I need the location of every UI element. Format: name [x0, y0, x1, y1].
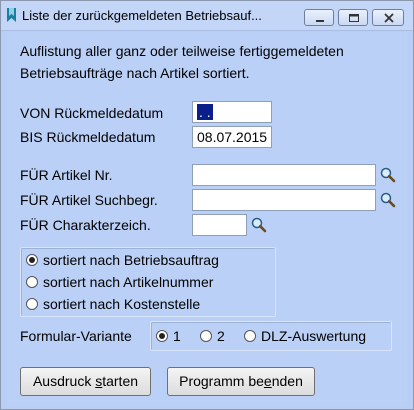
radio-label: sortiert nach Kostenstelle — [43, 296, 201, 312]
radio-button[interactable] — [26, 254, 38, 266]
radio-label: sortiert nach Betriebsauftrag — [43, 252, 219, 268]
description-line-2: Betriebsaufträge nach Artikel sortiert. — [20, 65, 250, 81]
bis-date-field[interactable]: 08.07.2015 — [192, 126, 272, 148]
end-program-button[interactable]: Programm beenden — [167, 367, 315, 396]
print-start-button[interactable]: Ausdruck starten — [20, 367, 151, 396]
radio-label: sortiert nach Artikelnummer — [43, 274, 214, 290]
radio-label: 1 — [173, 328, 181, 344]
charakter-field[interactable] — [192, 214, 247, 236]
radio-button[interactable] — [244, 330, 256, 342]
von-date-label: VON Rückmeldedatum — [20, 105, 164, 121]
dialog-content: Auflistung aller ganz oder teilweise fer… — [7, 32, 407, 406]
maximize-icon — [349, 14, 359, 22]
close-button[interactable] — [372, 9, 404, 26]
magnifier-icon[interactable] — [379, 191, 397, 209]
maximize-button[interactable] — [338, 9, 368, 26]
title-bar[interactable]: Liste der zurückgemeldeten Betriebsauf..… — [1, 1, 413, 31]
window-title: Liste der zurückgemeldeten Betriebsauf..… — [22, 8, 262, 23]
sort-option-group: sortiert nach Betriebsauftrag sortiert n… — [20, 247, 276, 317]
dialog-window: Liste der zurückgemeldeten Betriebsauf..… — [0, 0, 414, 410]
magnifier-icon[interactable] — [379, 166, 397, 184]
radio-button[interactable] — [26, 276, 38, 288]
variant-label: Formular-Variante — [20, 328, 132, 344]
radio-label: DLZ-Auswertung — [261, 328, 367, 344]
artikel-nr-label: FÜR Artikel Nr. — [20, 167, 113, 183]
variant-option-group: 1 2 DLZ-Auswertung — [150, 321, 392, 351]
radio-button[interactable] — [26, 298, 38, 310]
minimize-button[interactable] — [304, 9, 334, 26]
von-date-value: . . — [197, 104, 213, 120]
close-icon — [384, 13, 394, 23]
von-date-field[interactable]: . . — [192, 101, 272, 123]
button-accelerator: e — [263, 373, 272, 389]
suchbegr-field[interactable] — [192, 189, 376, 211]
button-label-part: Ausdruck — [32, 373, 96, 389]
radio-label: 2 — [217, 328, 225, 344]
artikel-nr-field[interactable] — [192, 164, 376, 186]
minimize-icon — [316, 20, 324, 22]
button-label-part: tarten — [102, 373, 139, 389]
bis-date-label: BIS Rückmeldedatum — [20, 129, 156, 145]
radio-button[interactable] — [200, 330, 212, 342]
bookmark-icon — [7, 8, 16, 22]
button-label-part: Programm be — [179, 373, 264, 389]
charakter-label: FÜR Charakterzeich. — [20, 217, 151, 233]
description-line-1: Auflistung aller ganz oder teilweise fer… — [20, 43, 344, 59]
magnifier-icon[interactable] — [250, 216, 268, 234]
suchbegr-label: FÜR Artikel Suchbegr. — [20, 192, 158, 208]
radio-button[interactable] — [156, 330, 168, 342]
button-label-part: nden — [271, 373, 303, 389]
